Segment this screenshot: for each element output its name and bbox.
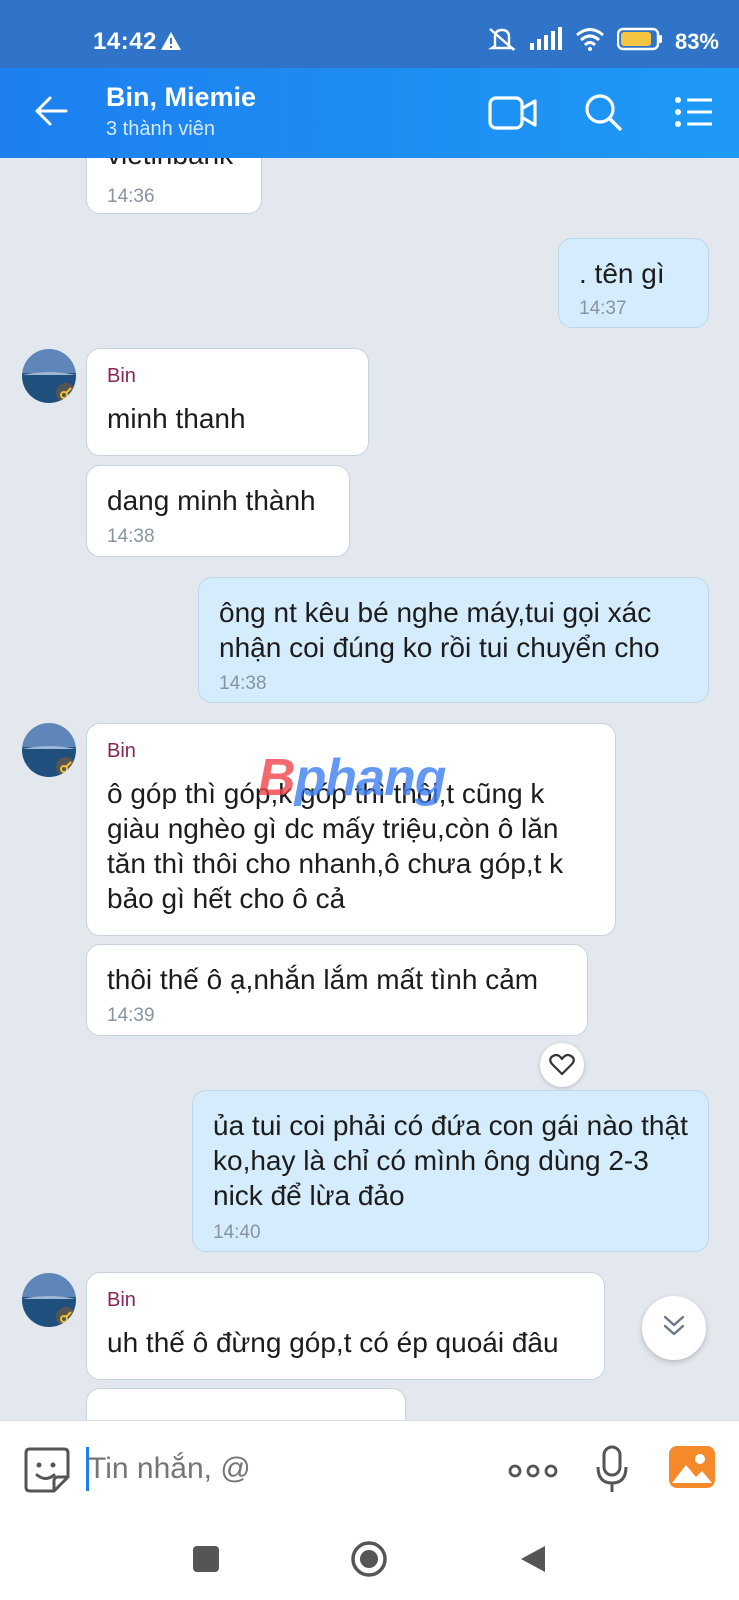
- watermark-logo: Bphang: [258, 749, 447, 807]
- chat-title[interactable]: Bin, Miemie: [106, 82, 256, 113]
- message-bubble[interactable]: [86, 1388, 406, 1420]
- message-text: ủa tui coi phải có đứa con gái nào thật …: [213, 1110, 688, 1211]
- video-call-icon[interactable]: [488, 94, 538, 137]
- message-text: uh thế ô đừng góp,t có ép quoái đâu: [107, 1327, 559, 1358]
- message-time: 14:39: [107, 1005, 155, 1026]
- member-count[interactable]: 3 thành viên: [106, 118, 215, 141]
- status-time: 14:42: [93, 28, 157, 55]
- message-text: ông nt kêu bé nghe máy,tui gọi xác nhận …: [219, 597, 660, 663]
- message-text: vietinbank: [107, 158, 245, 172]
- home-button[interactable]: [350, 1540, 388, 1583]
- message-bubble[interactable]: ủa tui coi phải có đứa con gái nào thật …: [192, 1090, 709, 1252]
- microphone-icon[interactable]: [594, 1445, 630, 1500]
- sticker-icon[interactable]: [24, 1447, 70, 1498]
- key-icon: [56, 383, 76, 403]
- message-text: minh thanh: [107, 403, 246, 434]
- battery-percent: 83%: [674, 28, 719, 54]
- message-bubble[interactable]: . tên gì 14:37: [558, 238, 709, 328]
- avatar[interactable]: [22, 349, 76, 403]
- message-time: 14:38: [107, 526, 155, 547]
- message-time: 14:37: [579, 298, 627, 319]
- message-bubble[interactable]: vietinbank 14:36: [86, 158, 262, 214]
- wifi-icon: [575, 27, 605, 56]
- search-icon[interactable]: [583, 92, 623, 137]
- heart-reaction-icon[interactable]: [540, 1043, 584, 1087]
- chat-header: Bin, Miemie 3 thành viên: [0, 68, 739, 158]
- warning-icon: [160, 31, 182, 56]
- message-bubble[interactable]: Bin uh thế ô đừng góp,t có ép quoái đâu: [86, 1272, 605, 1380]
- message-text: dang minh thành: [107, 485, 316, 516]
- avatar[interactable]: [22, 1273, 76, 1327]
- message-time: 14:36: [107, 186, 155, 207]
- message-input[interactable]: [88, 1449, 468, 1489]
- key-icon: [56, 1307, 76, 1327]
- composer-bar: [0, 1420, 739, 1521]
- chevron-down-icon: [660, 1312, 688, 1345]
- message-text: thôi thế ô ạ,nhắn lắm mất tình cảm: [107, 964, 539, 995]
- key-icon: [56, 757, 76, 777]
- message-bubble[interactable]: Bin minh thanh: [86, 348, 369, 456]
- message-bubble[interactable]: ông nt kêu bé nghe máy,tui gọi xác nhận …: [198, 577, 709, 703]
- message-list[interactable]: vietinbank 14:36 . tên gì 14:37 Bin minh…: [0, 158, 739, 1420]
- message-bubble[interactable]: thôi thế ô ạ,nhắn lắm mất tình cảm 14:39: [86, 944, 588, 1036]
- avatar[interactable]: [22, 723, 76, 777]
- gallery-icon[interactable]: [668, 1445, 716, 1494]
- message-text: . tên gì: [579, 258, 665, 289]
- message-bubble[interactable]: dang minh thành 14:38: [86, 465, 350, 557]
- sender-name: Bin: [107, 740, 136, 762]
- sender-name: Bin: [107, 365, 136, 387]
- menu-icon[interactable]: [674, 96, 714, 133]
- more-icon[interactable]: [508, 1461, 558, 1486]
- back-button[interactable]: [519, 1544, 547, 1579]
- sender-name: Bin: [107, 1289, 136, 1311]
- signal-icon: [529, 27, 563, 56]
- system-nav-bar: [0, 1520, 739, 1600]
- battery-icon: [616, 27, 663, 56]
- status-bar: 14:42 83%: [0, 0, 739, 68]
- mute-icon: [487, 26, 517, 57]
- message-time: 14:40: [213, 1222, 261, 1243]
- recent-apps-button[interactable]: [192, 1545, 220, 1578]
- back-arrow-icon[interactable]: [34, 96, 68, 131]
- scroll-to-bottom-button[interactable]: [642, 1296, 706, 1360]
- message-time: 14:38: [219, 673, 267, 694]
